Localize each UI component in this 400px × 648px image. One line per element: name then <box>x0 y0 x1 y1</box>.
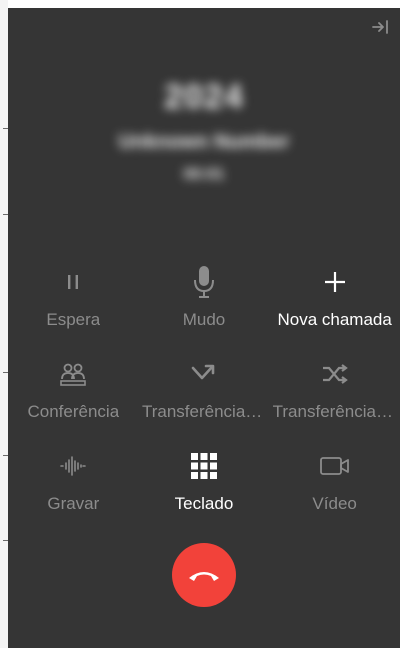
left-margin <box>0 0 8 648</box>
conference-label: Conferência <box>27 402 120 421</box>
caller-name: Unknown Number <box>118 131 290 153</box>
transfer-direct-icon <box>191 364 215 380</box>
plus-icon <box>324 272 345 292</box>
record-label: Gravar <box>47 494 100 513</box>
transfer-direct-button[interactable]: Transferência direta <box>139 350 270 442</box>
record-button[interactable]: Gravar <box>8 442 139 522</box>
microphone-icon <box>193 266 214 298</box>
conference-icon <box>60 363 87 386</box>
video-button[interactable]: Vídeo <box>269 442 400 522</box>
top-margin <box>0 0 400 8</box>
waveform-icon <box>60 456 87 476</box>
exit-arrow-icon <box>372 20 388 34</box>
shuffle-icon <box>322 364 348 384</box>
pause-icon <box>68 275 79 289</box>
keypad-button[interactable]: Teclado <box>139 442 270 522</box>
exit-button[interactable] <box>370 18 392 36</box>
call-controls: Espera Mudo Nova chamada Conferência Tra… <box>8 258 400 522</box>
hangup-button[interactable] <box>172 543 236 607</box>
call-duration: 00:01 <box>183 166 225 183</box>
keypad-label: Teclado <box>174 494 234 513</box>
new-call-label: Nova chamada <box>277 310 392 329</box>
caller-info: 2024 Unknown Number 00:01 <box>8 78 400 184</box>
call-panel: 2024 Unknown Number 00:01 Espera Mudo No… <box>8 8 400 648</box>
new-call-button[interactable]: Nova chamada <box>269 258 400 350</box>
hold-button[interactable]: Espera <box>8 258 139 350</box>
conference-button[interactable]: Conferência <box>8 350 139 442</box>
transfer-direct-label: Transferência direta <box>141 402 266 421</box>
transfer-attended-label: Transferência assistida <box>272 402 397 421</box>
mute-label: Mudo <box>182 310 226 329</box>
transfer-attended-button[interactable]: Transferência assistida <box>269 350 400 442</box>
mute-button[interactable]: Mudo <box>139 258 270 350</box>
caller-number: 2024 <box>164 78 244 116</box>
hold-label: Espera <box>46 310 101 329</box>
video-label: Vídeo <box>312 494 357 513</box>
video-camera-icon <box>319 457 349 475</box>
phone-hangup-icon <box>189 572 219 581</box>
keypad-icon <box>190 453 217 479</box>
